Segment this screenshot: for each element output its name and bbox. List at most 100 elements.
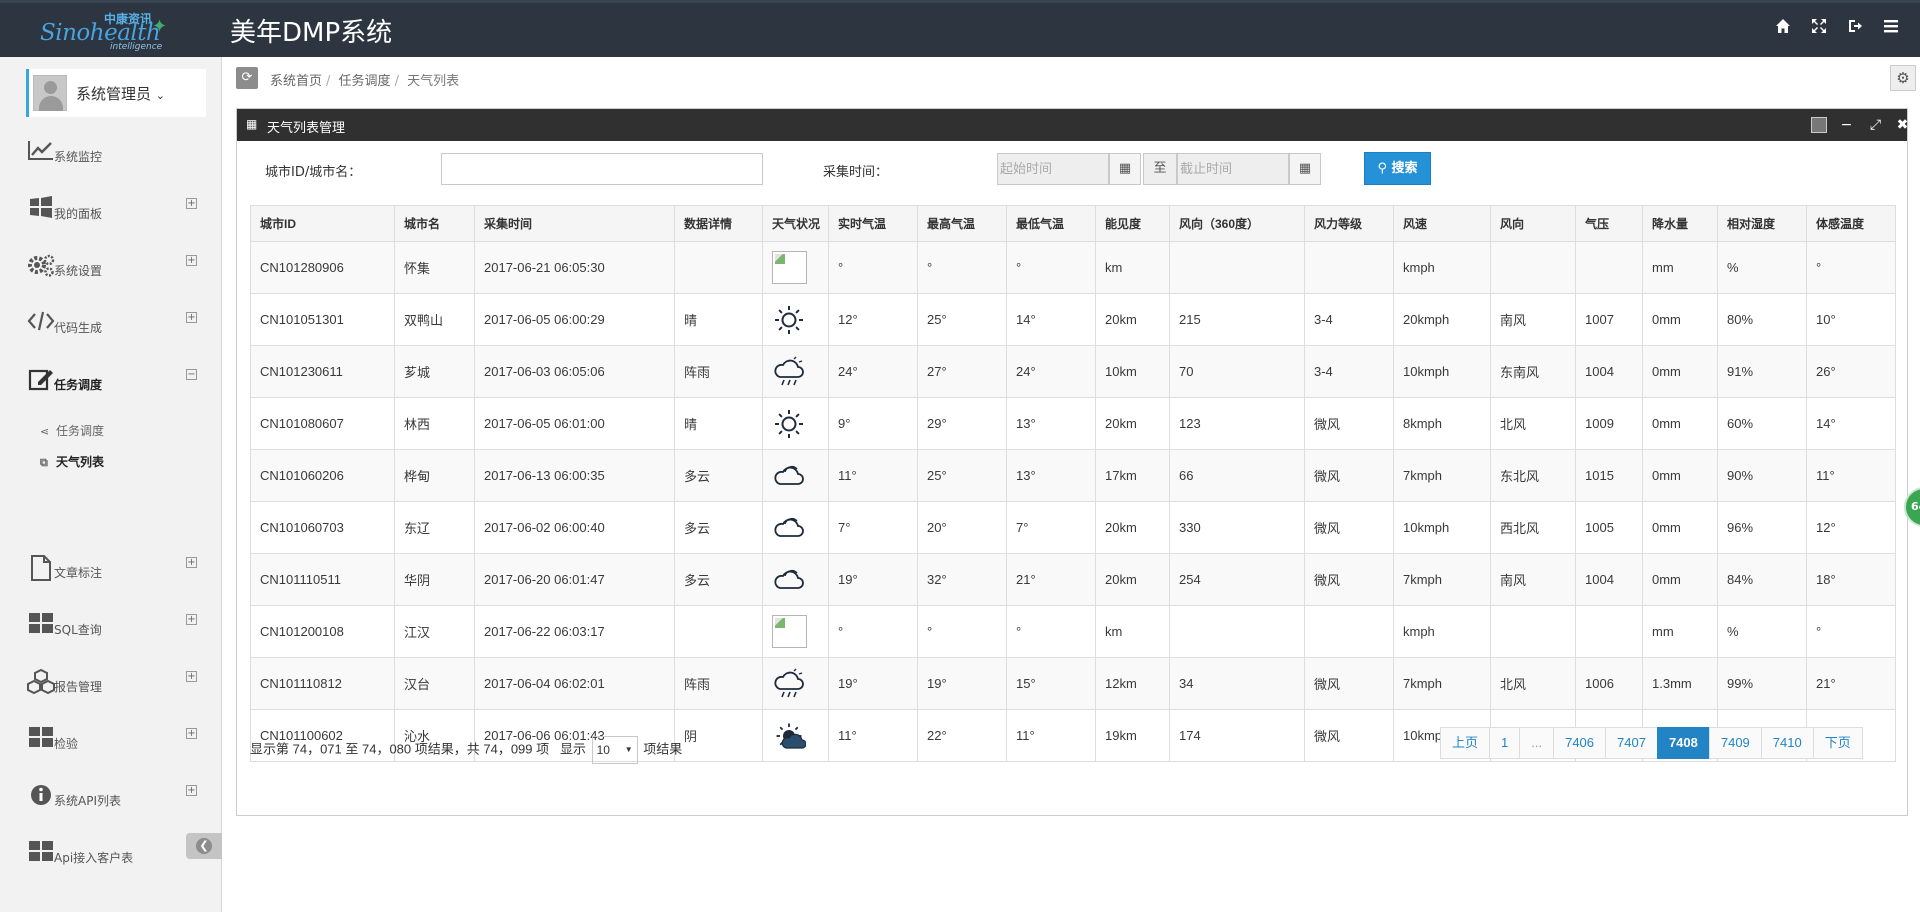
cell-city-id: CN101200108 — [250, 605, 395, 658]
cell-humidity: 60% — [1717, 397, 1807, 450]
calendar-icon[interactable]: ▦ — [1289, 153, 1321, 185]
column-header[interactable]: 降水量 — [1642, 205, 1718, 242]
cell-icon — [762, 293, 829, 346]
table-row[interactable]: CN101230611 芗城 2017-06-03 06:05:06 阵雨 24° 27°… — [250, 345, 1896, 398]
column-header[interactable]: 采集时间 — [474, 205, 675, 242]
cell-wind-speed: 10kmph — [1393, 345, 1491, 398]
table-row[interactable]: CN101280906 怀集 2017-06-21 06:05:30 ° ° ° km kmp… — [250, 241, 1896, 294]
table-row[interactable]: CN101060703 东辽 2017-06-02 06:00:40 多云 7° 20° 7… — [250, 501, 1896, 554]
column-header[interactable]: 相对湿度 — [1717, 205, 1807, 242]
table-row[interactable]: CN101060206 桦甸 2017-06-13 06:00:35 多云 11° 25°… — [250, 449, 1896, 502]
expand-icon[interactable]: + — [186, 785, 197, 796]
expand-icon[interactable]: + — [186, 255, 197, 266]
cell-wind-deg: 254 — [1169, 553, 1305, 606]
sidebar-item-label: 文章标注 — [54, 566, 103, 580]
menu-icon[interactable] — [1880, 18, 1902, 40]
column-header[interactable]: 气压 — [1575, 205, 1643, 242]
cell-vis: 19km — [1095, 709, 1170, 762]
table-row[interactable]: CN101200108 江汉 2017-06-22 06:03:17 ° ° ° km kmp… — [250, 605, 1896, 658]
expand-icon[interactable]: + — [186, 614, 197, 625]
sidebar-item-system-settings[interactable]: 系统设置 + — [0, 248, 222, 288]
sidebar-subitem-task-schedule[interactable]: ⋖ 任务调度 — [40, 422, 104, 442]
close-icon[interactable]: ✖ — [1894, 117, 1911, 134]
expand-icon[interactable]: + — [186, 312, 197, 323]
sidebar-subitem-weather-list[interactable]: ⧉ 天气列表 — [40, 453, 104, 473]
column-header[interactable]: 最高气温 — [917, 205, 1007, 242]
page-button[interactable]: 7407 — [1605, 727, 1658, 759]
arrow-left-icon: ❮ — [196, 838, 212, 854]
expand-icon[interactable]: + — [186, 728, 197, 739]
fullscreen-icon[interactable] — [1808, 18, 1830, 40]
cell-precip: 0mm — [1642, 449, 1718, 502]
expand-icon[interactable]: + — [186, 557, 197, 568]
page-button[interactable]: 7406 — [1553, 727, 1607, 759]
end-time-input[interactable]: 截止时间 — [1177, 153, 1289, 185]
column-header[interactable]: 风向（360度） — [1169, 205, 1305, 242]
calendar-icon[interactable]: ▦ — [1109, 153, 1141, 185]
table-row[interactable]: CN101110511 华阴 2017-06-20 06:01:47 多云 19° 32°… — [250, 553, 1896, 606]
collapse-icon[interactable]: − — [186, 369, 197, 380]
prev-page-button[interactable]: 上页 — [1440, 727, 1491, 759]
city-search-input[interactable] — [441, 153, 763, 185]
cell-wind-level: 3-4 — [1304, 345, 1394, 398]
column-header[interactable]: 风速 — [1393, 205, 1491, 242]
page-size-select[interactable]: 10 — [591, 736, 638, 764]
page-button[interactable]: 7410 — [1760, 727, 1814, 759]
column-header[interactable]: 城市ID — [250, 205, 395, 242]
cell-time: 2017-06-20 06:01:47 — [474, 553, 675, 606]
expand-icon[interactable]: + — [186, 671, 197, 682]
expand-icon[interactable]: ⤢ — [1867, 117, 1884, 134]
color-picker-icon[interactable] — [1810, 117, 1827, 134]
cell-city-id: CN101110511 — [250, 553, 395, 606]
table-info: 显示第 74，071 至 74，080 项结果，共 74，099 项 显示 10… — [250, 736, 682, 764]
sidebar-item-task-schedule[interactable]: 任务调度 − — [0, 362, 222, 402]
column-header[interactable]: 实时气温 — [828, 205, 918, 242]
column-header[interactable]: 天气状况 — [762, 205, 829, 242]
sidebar-item-system-api-list[interactable]: 系统API列表 + — [0, 778, 222, 818]
table-row[interactable]: CN101051301 双鸭山 2017-06-05 06:00:29 晴 12° 25°… — [250, 293, 1896, 346]
column-header[interactable]: 最低气温 — [1006, 205, 1096, 242]
main-content: ⟳ 系统首页 / 任务调度 / 天气列表 ⚙ ▦ 天气列表管理 − ⤢ ✖ 城市ID… — [222, 57, 1920, 912]
sidebar-item-sql-query[interactable]: SQL查询 + — [0, 607, 222, 647]
user-name[interactable]: 系统管理员 ⌄ — [76, 83, 165, 104]
cell-city-id: CN101280906 — [250, 241, 395, 294]
page-button[interactable]: 1 — [1489, 727, 1521, 759]
sidebar-item-inspection[interactable]: 检验 + — [0, 721, 222, 761]
column-header[interactable]: 体感温度 — [1806, 205, 1896, 242]
refresh-icon[interactable]: ⟳ — [236, 67, 258, 89]
search-button[interactable]: ⚲ 搜索 — [1364, 152, 1431, 185]
table-row[interactable]: CN101080607 林西 2017-06-05 06:01:00 晴 9° 29° 13… — [250, 397, 1896, 450]
top-navbar: 中康资讯 Sinohealth ✦ intelligence 美年DMP系统 — [0, 0, 1920, 57]
start-time-input[interactable]: 起始时间 — [997, 153, 1109, 185]
column-header[interactable]: 数据详情 — [674, 205, 763, 242]
sidebar-item-my-panel[interactable]: 我的面板 + — [0, 191, 222, 231]
sidebar-item-report-mgmt[interactable]: 报告管理 + — [0, 664, 222, 704]
column-header[interactable]: 城市名 — [394, 205, 475, 242]
user-menu[interactable]: 系统管理员 ⌄ — [26, 69, 206, 117]
next-page-button[interactable]: 下页 — [1812, 727, 1863, 759]
page-button[interactable]: 7409 — [1708, 727, 1762, 759]
column-header[interactable]: 能见度 — [1095, 205, 1170, 242]
cell-detail — [674, 241, 763, 294]
cell-humidity: 96% — [1717, 501, 1807, 554]
sidebar-collapse-button[interactable]: ❮ — [186, 833, 222, 859]
cell-wind-speed: kmph — [1393, 241, 1491, 294]
sidebar-item-code-gen[interactable]: 代码生成 + — [0, 305, 222, 345]
column-header[interactable]: 风力等级 — [1304, 205, 1394, 242]
cell-wind-dir — [1490, 241, 1576, 294]
logout-icon[interactable] — [1844, 18, 1866, 40]
cell-feels: 18° — [1806, 553, 1896, 606]
expand-icon[interactable]: + — [186, 198, 197, 209]
breadcrumb-home[interactable]: 系统首页 — [270, 74, 322, 89]
column-header[interactable]: 风向 — [1490, 205, 1576, 242]
sidebar-item-system-monitor[interactable]: 系统监控 — [0, 134, 222, 174]
breadcrumb-parent[interactable]: 任务调度 — [339, 74, 391, 89]
minimize-icon[interactable]: − — [1838, 117, 1855, 134]
page-button[interactable]: 7408 — [1656, 727, 1710, 759]
table-row[interactable]: CN101110812 汉台 2017-06-04 06:02:01 阵雨 19° 19°… — [250, 657, 1896, 710]
settings-gear-icon[interactable]: ⚙ — [1890, 65, 1916, 91]
cell-city: 怀集 — [394, 241, 475, 294]
sidebar-item-article-annotation[interactable]: 文章标注 + — [0, 550, 222, 590]
cell-feels: ° — [1806, 605, 1896, 658]
home-icon[interactable] — [1772, 18, 1794, 40]
